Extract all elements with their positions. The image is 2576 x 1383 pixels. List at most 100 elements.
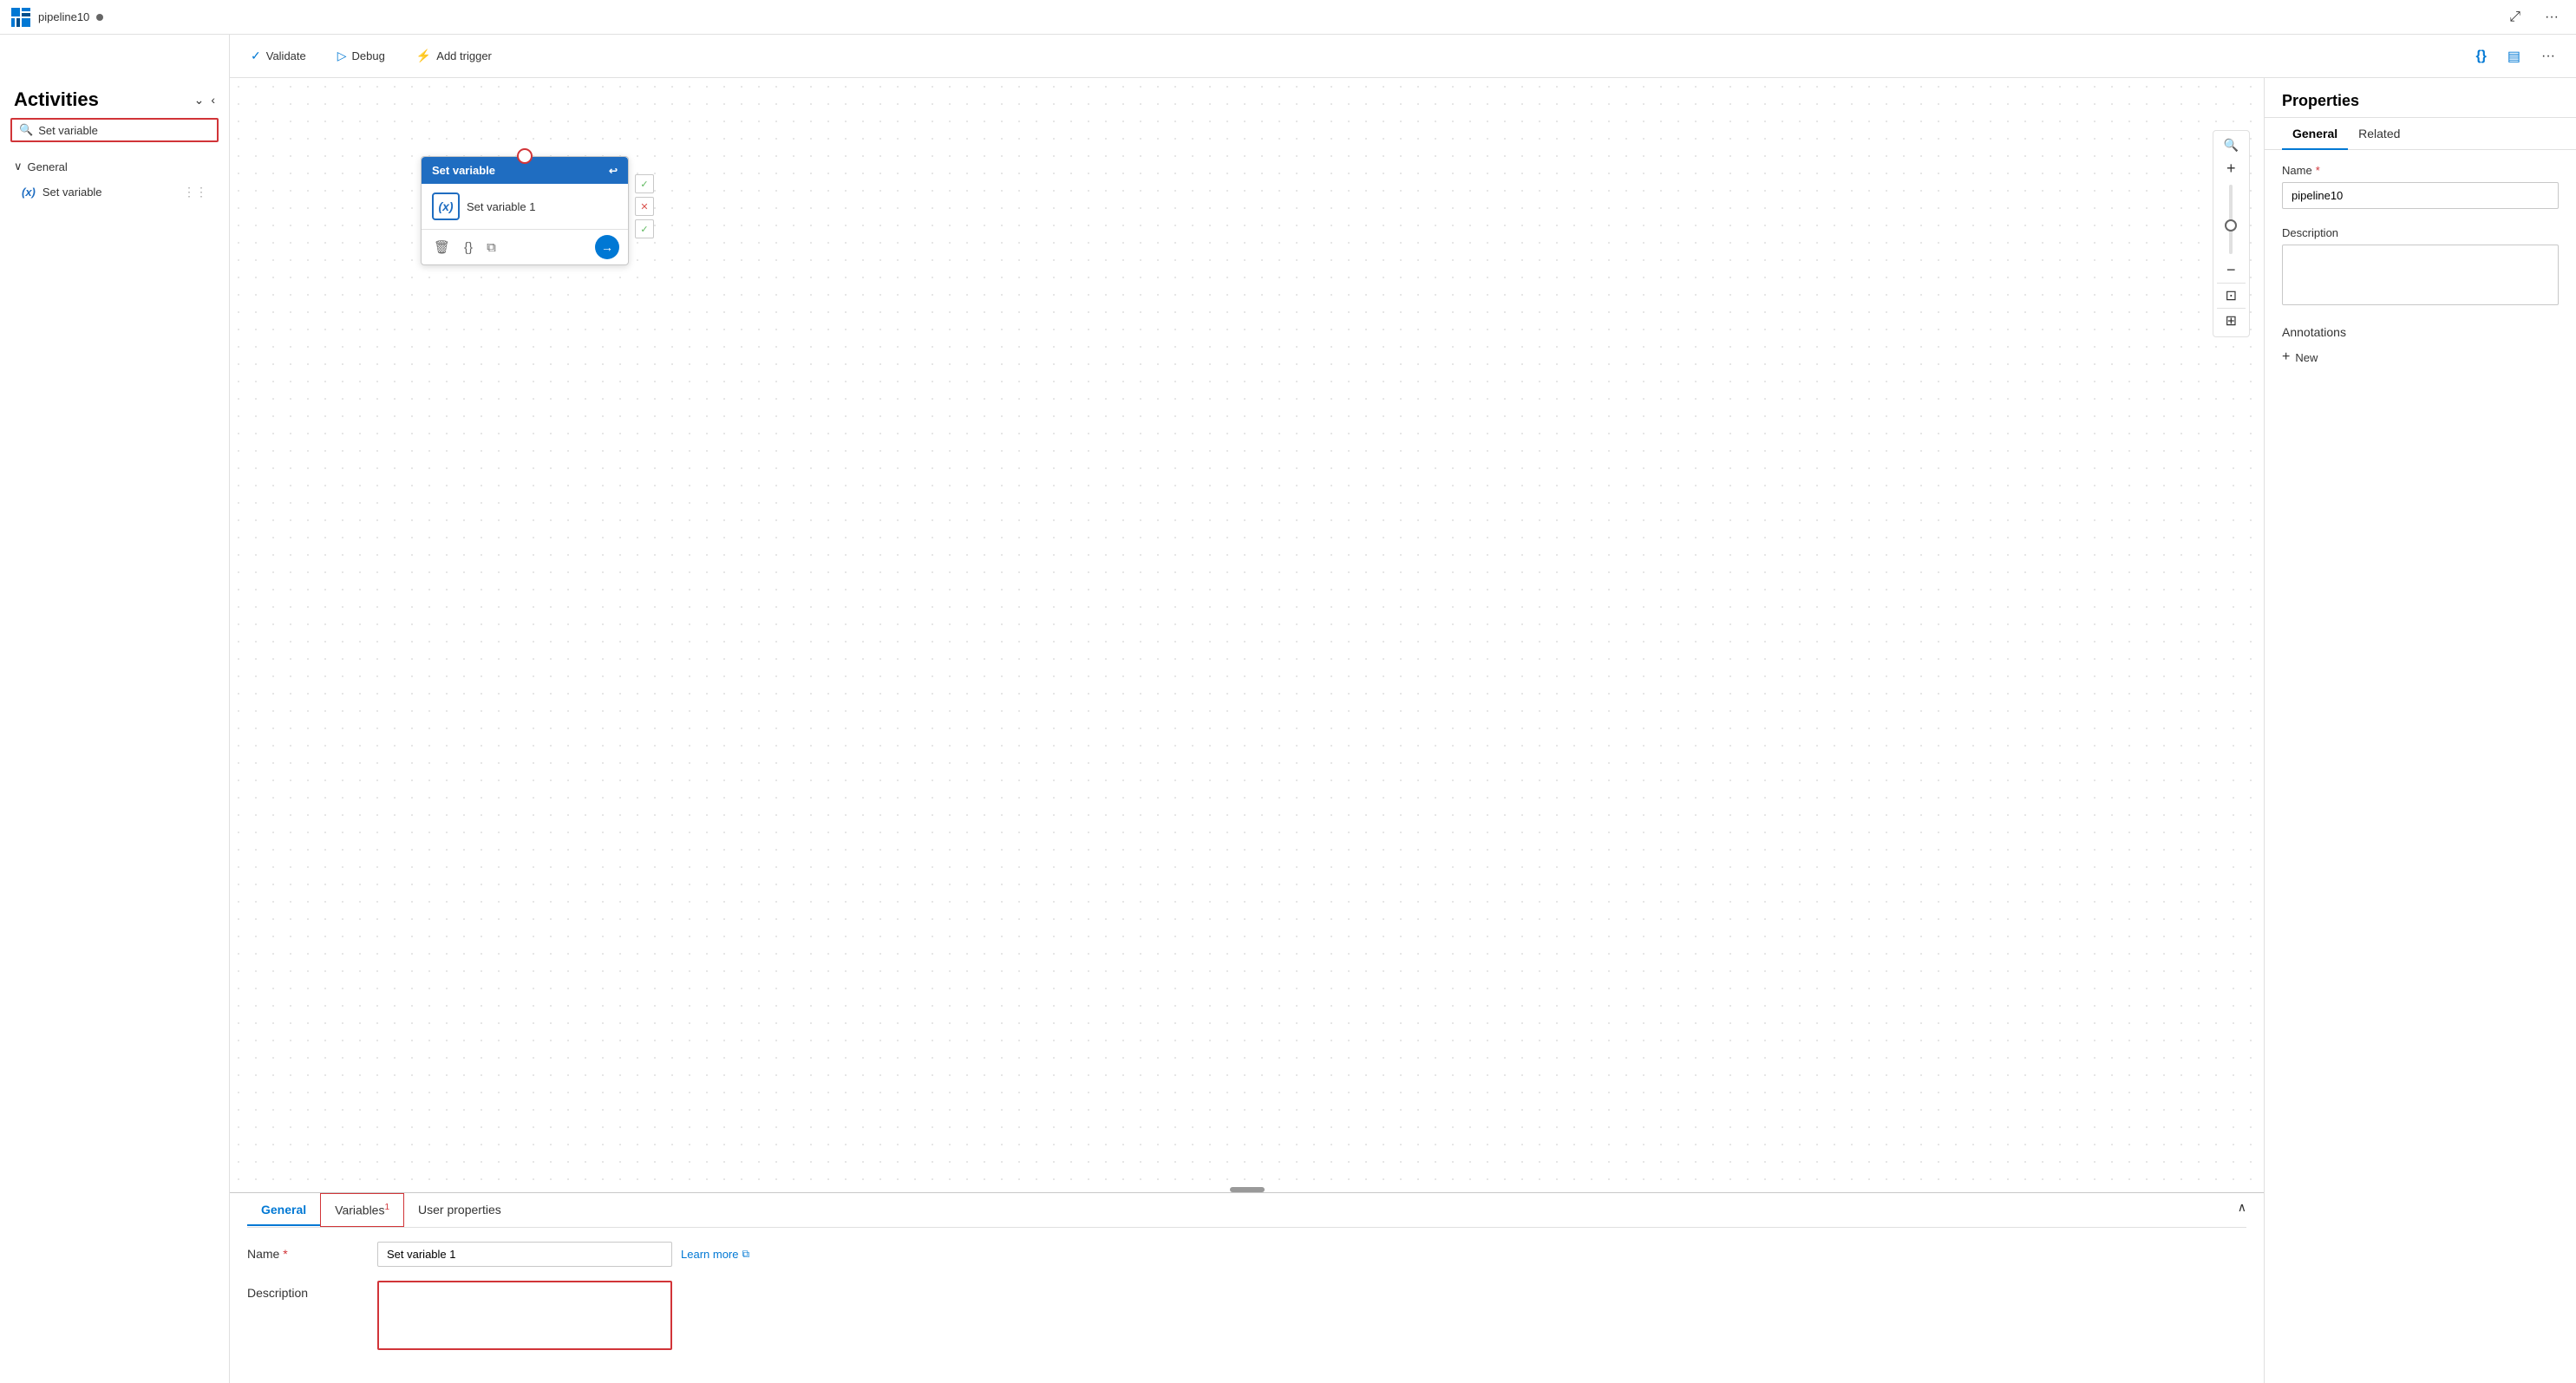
validate-icon: ✓ — [251, 49, 261, 63]
sidebar-item-left: (x) Set variable — [22, 186, 102, 199]
debug-button[interactable]: ▷ Debug — [330, 45, 392, 67]
zoom-controls: 🔍 + − ⊡ ⊞ — [2213, 130, 2250, 337]
validate-button[interactable]: ✓ Validate — [244, 45, 313, 67]
sidebar-collapse-btn[interactable]: ⌄ — [194, 93, 205, 108]
bottom-panel: General Variables1 User properties ∧ Nam… — [230, 1192, 2264, 1383]
toolbar-right: {} ▤ ··· — [2468, 44, 2562, 68]
divider-handle[interactable] — [1230, 1187, 1265, 1192]
node-run-btn[interactable]: → — [595, 235, 619, 259]
right-name-input[interactable] — [2282, 182, 2559, 209]
zoom-slider-track — [2229, 185, 2233, 254]
description-label: Description — [247, 1281, 360, 1300]
title-bar-left: pipeline10 — [10, 7, 103, 28]
node-body-icon: (x) — [432, 192, 460, 220]
section-collapse-icon: ∨ — [14, 160, 23, 173]
node-body: (x) Set variable 1 — [422, 184, 628, 230]
learn-more-link[interactable]: Learn more ⧉ — [681, 1248, 749, 1261]
external-link-icon: ⧉ — [742, 1248, 749, 1261]
section-header-general[interactable]: ∨ General — [10, 156, 219, 177]
search-icon: 🔍 — [19, 123, 33, 137]
node-code-btn[interactable]: {} — [461, 238, 476, 257]
right-panel-body: Name * Description Annotations + New — [2265, 150, 2576, 1383]
node-copy-btn[interactable]: ⧉ — [483, 238, 500, 257]
tab-user-properties[interactable]: User properties — [404, 1194, 515, 1225]
tab-variables[interactable]: Variables1 — [320, 1193, 404, 1227]
right-description-group: Description — [2282, 226, 2559, 308]
bottom-panel-body: Name * Learn more ⧉ Description — [247, 1228, 2246, 1378]
monitor-button[interactable]: ▤ — [2501, 44, 2527, 68]
right-description-label: Description — [2282, 226, 2559, 239]
node-header-label: Set variable — [432, 164, 495, 177]
zoom-out-btn[interactable]: − — [2220, 258, 2243, 283]
section-label-general: General — [28, 160, 68, 173]
sidebar-item-label: Set variable — [42, 186, 102, 199]
add-trigger-button[interactable]: ⚡ Add trigger — [409, 45, 499, 67]
zoom-slider-thumb[interactable] — [2225, 219, 2237, 232]
node-header-icon: ↩ — [609, 165, 618, 177]
code-button[interactable]: {} — [2468, 45, 2493, 68]
right-new-annotation-btn[interactable]: + New — [2282, 346, 2318, 369]
search-input[interactable] — [38, 124, 210, 137]
right-name-required: * — [2316, 164, 2320, 177]
form-row-name: Name * Learn more ⧉ — [247, 1242, 2246, 1267]
app-logo — [10, 7, 31, 28]
debug-icon: ▷ — [337, 49, 347, 63]
name-input-group: Learn more ⧉ — [377, 1242, 2246, 1267]
node-footer: 🗑 {} ⧉ → — [422, 230, 628, 264]
right-description-textarea[interactable] — [2282, 245, 2559, 305]
sidebar-chevron-btn[interactable]: ‹ — [211, 93, 215, 107]
zoom-arrange-btn[interactable]: ⊞ — [2217, 308, 2246, 333]
node-overlay-close[interactable]: ✕ — [635, 197, 654, 216]
app-layout: ✓ Validate ▷ Debug ⚡ Add trigger {} ▤ ··… — [0, 35, 2576, 1383]
node-delete-btn[interactable]: 🗑 — [430, 238, 454, 257]
sidebar-controls: ⌄ ‹ — [194, 93, 215, 108]
tab-general[interactable]: General — [247, 1194, 320, 1225]
sidebar-item-set-variable[interactable]: (x) Set variable ⋮⋮ — [14, 179, 215, 205]
right-tab-related[interactable]: Related — [2348, 118, 2410, 149]
activity-node-set-variable[interactable]: Set variable ↩ (x) Set variable 1 🗑 {} ⧉… — [421, 156, 629, 265]
zoom-fit-btn[interactable]: ⊡ — [2217, 283, 2246, 308]
form-row-description: Description — [247, 1281, 2246, 1350]
description-input-group — [377, 1281, 2246, 1350]
node-overlay: ✓ ✕ ✓ — [635, 174, 654, 238]
center-panel: Set variable ↩ (x) Set variable 1 🗑 {} ⧉… — [230, 35, 2264, 1383]
node-overlay-check[interactable]: ✓ — [635, 174, 654, 193]
sidebar-header: Activities ⌄ ‹ — [0, 78, 229, 118]
logo-icon — [10, 7, 31, 28]
title-bar: pipeline10 ⤢ ··· — [0, 0, 2576, 35]
name-label: Name * — [247, 1242, 360, 1261]
node-body-label: Set variable 1 — [467, 200, 536, 213]
set-variable-icon: (x) — [22, 186, 36, 199]
variables-badge: 1 — [384, 1203, 389, 1212]
name-input[interactable] — [377, 1242, 672, 1267]
toolbar-left: ✓ Validate ▷ Debug ⚡ Add trigger — [244, 45, 499, 67]
right-tab-general[interactable]: General — [2282, 118, 2348, 149]
zoom-search-btn[interactable]: 🔍 — [2217, 134, 2246, 156]
description-textarea[interactable] — [377, 1281, 672, 1350]
node-overlay-check2[interactable]: ✓ — [635, 219, 654, 238]
zoom-in-btn[interactable]: + — [2220, 156, 2243, 181]
right-panel-header: Properties — [2265, 78, 2576, 118]
plus-icon: + — [2282, 349, 2290, 365]
sidebar-title: Activities — [14, 88, 99, 111]
titlebar-more-button[interactable]: ··· — [2538, 6, 2566, 29]
right-name-group: Name * — [2282, 164, 2559, 209]
trigger-icon: ⚡ — [416, 49, 431, 63]
right-annotations-label: Annotations — [2282, 325, 2559, 339]
unsaved-indicator — [96, 14, 103, 21]
sidebar-section-general: ∨ General (x) Set variable ⋮⋮ — [0, 153, 229, 211]
search-box[interactable]: 🔍 — [10, 118, 219, 142]
right-name-label: Name * — [2282, 164, 2559, 177]
right-annotations-group: Annotations + New — [2282, 325, 2559, 369]
title-bar-right: ⤢ ··· — [2502, 6, 2566, 29]
toolbar: ✓ Validate ▷ Debug ⚡ Add trigger {} ▤ ··… — [230, 35, 2576, 78]
right-panel: Properties General Related Name * Descri… — [2264, 35, 2576, 1383]
right-panel-tabs: General Related — [2265, 118, 2576, 150]
toolbar-more-button[interactable]: ··· — [2534, 45, 2562, 68]
node-connector-top — [517, 148, 533, 164]
sidebar: Activities ⌄ ‹ 🔍 ∨ General (x) Set varia… — [0, 35, 230, 1383]
canvas-area[interactable]: Set variable ↩ (x) Set variable 1 🗑 {} ⧉… — [230, 78, 2264, 1192]
bottom-panel-collapse-btn[interactable]: ∧ — [2238, 1200, 2246, 1215]
bottom-tabs: General Variables1 User properties ∧ — [247, 1193, 2246, 1228]
expand-button[interactable]: ⤢ — [2502, 6, 2527, 29]
